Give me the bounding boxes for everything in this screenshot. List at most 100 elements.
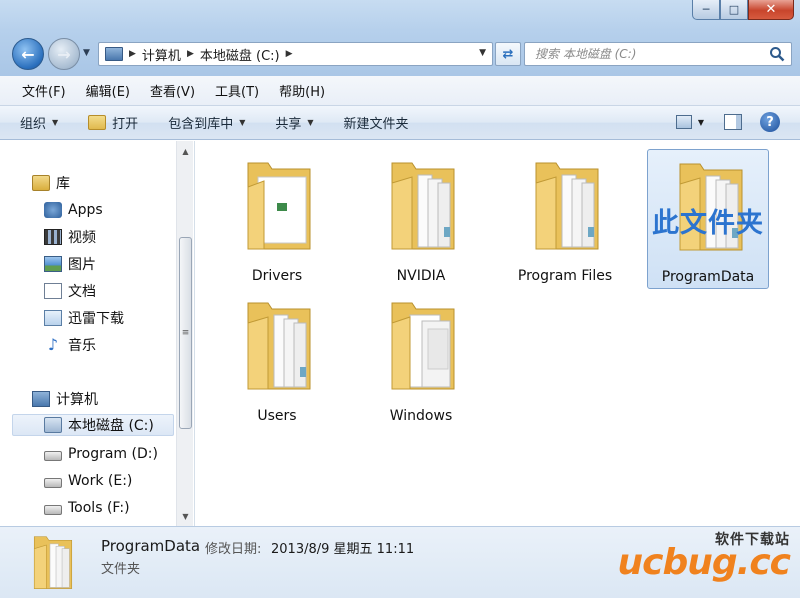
refresh-button[interactable]: ⇄ xyxy=(495,42,521,66)
share-label: 共享 xyxy=(275,117,302,132)
computer-icon xyxy=(32,391,50,407)
nav-item-thunder-downloads[interactable]: 迅雷下载 xyxy=(44,307,124,329)
recent-pages-dropdown-icon[interactable]: ▼ xyxy=(83,48,90,58)
nav-item-label: 迅雷下载 xyxy=(68,311,124,327)
menu-help[interactable]: 帮助(H) xyxy=(271,79,333,102)
nav-drive-label: 本地磁盘 (C:) xyxy=(68,418,154,434)
nav-drive-label: Tools (F:) xyxy=(68,500,130,516)
file-name: Drivers xyxy=(251,268,303,284)
pictures-library-icon xyxy=(44,256,62,272)
hard-drive-icon xyxy=(44,504,62,515)
folder-item-nvidia[interactable]: NVIDIA xyxy=(360,149,482,289)
share-button[interactable]: 共享 ▼ xyxy=(275,113,313,132)
organize-button[interactable]: 组织 ▼ xyxy=(20,113,58,132)
back-arrow-icon: ← xyxy=(21,44,35,64)
folder-item-windows[interactable]: Windows xyxy=(360,289,482,429)
scroll-up-icon[interactable]: ▲ xyxy=(177,143,194,159)
forward-arrow-icon: → xyxy=(57,44,71,64)
nav-item-videos[interactable]: 视频 xyxy=(44,226,96,248)
new-folder-label: 新建文件夹 xyxy=(343,117,409,132)
file-name: Windows xyxy=(389,408,453,424)
preview-pane-icon[interactable] xyxy=(724,114,742,130)
search-icon[interactable] xyxy=(767,44,787,64)
caption-buttons: ─ □ ✕ xyxy=(692,0,794,22)
scroll-down-icon[interactable]: ▼ xyxy=(177,508,194,524)
folder-icon xyxy=(247,162,311,250)
navigation-row: ← → ▼ ▶ 计算机 ▶ 本地磁盘 (C:) ▶ ▼ ⇄ xyxy=(8,36,792,72)
close-button[interactable]: ✕ xyxy=(748,0,794,20)
nav-item-documents[interactable]: 文档 xyxy=(44,280,96,302)
chevron-right-icon[interactable]: ▶ xyxy=(129,49,136,59)
back-button[interactable]: ← xyxy=(12,38,44,70)
menu-bar: 文件(F) 编辑(E) 查看(V) 工具(T) 帮助(H) xyxy=(0,76,800,106)
new-folder-button[interactable]: 新建文件夹 xyxy=(344,113,409,132)
breadcrumb-computer[interactable]: 计算机 xyxy=(142,45,181,64)
nav-computer[interactable]: 计算机 xyxy=(32,388,98,410)
folder-item-program-files[interactable]: Program Files xyxy=(504,149,626,289)
chevron-right-icon[interactable]: ▶ xyxy=(286,49,293,59)
details-pane: ProgramData 修改日期: 2013/8/9 星期五 11:11 文件夹… xyxy=(0,526,800,598)
dropdown-arrow-icon: ▼ xyxy=(52,118,59,127)
annotation-label: 此文件夹 xyxy=(652,208,764,239)
nav-item-label: 图片 xyxy=(68,257,96,273)
search-box[interactable] xyxy=(524,42,792,66)
view-controls: ▼ ? xyxy=(675,112,780,132)
nav-item-label: 音乐 xyxy=(68,338,96,354)
file-name: Users xyxy=(257,408,297,424)
folder-icon xyxy=(535,162,599,250)
dropdown-arrow-icon: ▼ xyxy=(239,118,246,127)
title-bar: ─ □ ✕ ← → ▼ ▶ 计算机 ▶ 本地磁盘 (C:) ▶ ▼ ⇄ xyxy=(0,0,800,76)
nav-drive-c[interactable]: 本地磁盘 (C:) xyxy=(12,414,174,436)
help-icon[interactable]: ? xyxy=(760,112,780,132)
menu-edit[interactable]: 编辑(E) xyxy=(78,79,138,102)
watermark-brand: ucbug.cc xyxy=(617,542,791,583)
downloads-library-icon xyxy=(44,310,62,326)
video-library-icon xyxy=(44,229,62,245)
folder-icon xyxy=(391,302,455,390)
details-modified-value: 2013/8/9 星期五 11:11 xyxy=(271,542,415,557)
open-label: 打开 xyxy=(112,117,139,132)
library-icon xyxy=(32,175,50,191)
organize-label: 组织 xyxy=(20,117,47,132)
breadcrumb-local-disk[interactable]: 本地磁盘 (C:) xyxy=(200,45,280,64)
scroll-thumb[interactable]: ≡ xyxy=(179,237,192,429)
nav-item-music[interactable]: ♪ 音乐 xyxy=(44,334,96,356)
file-name: ProgramData xyxy=(661,269,755,285)
refresh-icon: ⇄ xyxy=(502,46,514,62)
nav-drive-label: Work (E:) xyxy=(68,473,133,489)
minimize-button[interactable]: ─ xyxy=(692,0,720,20)
nav-item-pictures[interactable]: 图片 xyxy=(44,253,96,275)
nav-library[interactable]: 库 xyxy=(32,172,70,194)
more-views-dropdown-icon[interactable]: ▼ xyxy=(698,118,704,127)
navigation-pane: 库 Apps 视频 图片 文档 迅雷下载 ♪ 音乐 计算机 本地磁盘 (C:) … xyxy=(0,141,195,526)
file-name: NVIDIA xyxy=(396,268,446,284)
search-input[interactable] xyxy=(535,47,767,61)
music-note-icon: ♪ xyxy=(47,335,59,354)
address-bar[interactable]: ▶ 计算机 ▶ 本地磁盘 (C:) ▶ ▼ xyxy=(98,42,493,66)
menu-file[interactable]: 文件(F) xyxy=(14,79,74,102)
open-folder-icon xyxy=(88,115,107,130)
system-drive-icon xyxy=(44,417,62,433)
include-library-label: 包含到库中 xyxy=(168,117,234,132)
nav-drive-f[interactable]: Tools (F:) xyxy=(44,497,130,519)
maximize-button[interactable]: □ xyxy=(720,0,748,20)
nav-item-apps[interactable]: Apps xyxy=(44,199,103,221)
folder-item-users[interactable]: Users xyxy=(216,289,338,429)
address-history-dropdown-icon[interactable]: ▼ xyxy=(479,48,486,58)
include-in-library-button[interactable]: 包含到库中 ▼ xyxy=(168,113,245,132)
menu-tools[interactable]: 工具(T) xyxy=(207,79,267,102)
open-button[interactable]: 打开 xyxy=(88,113,138,132)
forward-button[interactable]: → xyxy=(48,38,80,70)
change-view-icon[interactable] xyxy=(675,115,692,129)
folder-icon xyxy=(391,162,455,250)
file-list: Drivers NVIDIA Program Files ProgramData… xyxy=(196,141,800,526)
site-watermark-logo: 软件下载站 ucbug.cc xyxy=(602,527,792,595)
nav-item-label: 视频 xyxy=(68,230,96,246)
nav-drive-d[interactable]: Program (D:) xyxy=(44,443,158,465)
menu-view[interactable]: 查看(V) xyxy=(142,79,203,102)
folder-item-drivers[interactable]: Drivers xyxy=(216,149,338,289)
chevron-right-icon[interactable]: ▶ xyxy=(187,49,194,59)
nav-scrollbar[interactable]: ▲ ≡ ▼ xyxy=(176,141,193,526)
nav-drive-e[interactable]: Work (E:) xyxy=(44,470,132,492)
documents-library-icon xyxy=(44,283,62,299)
